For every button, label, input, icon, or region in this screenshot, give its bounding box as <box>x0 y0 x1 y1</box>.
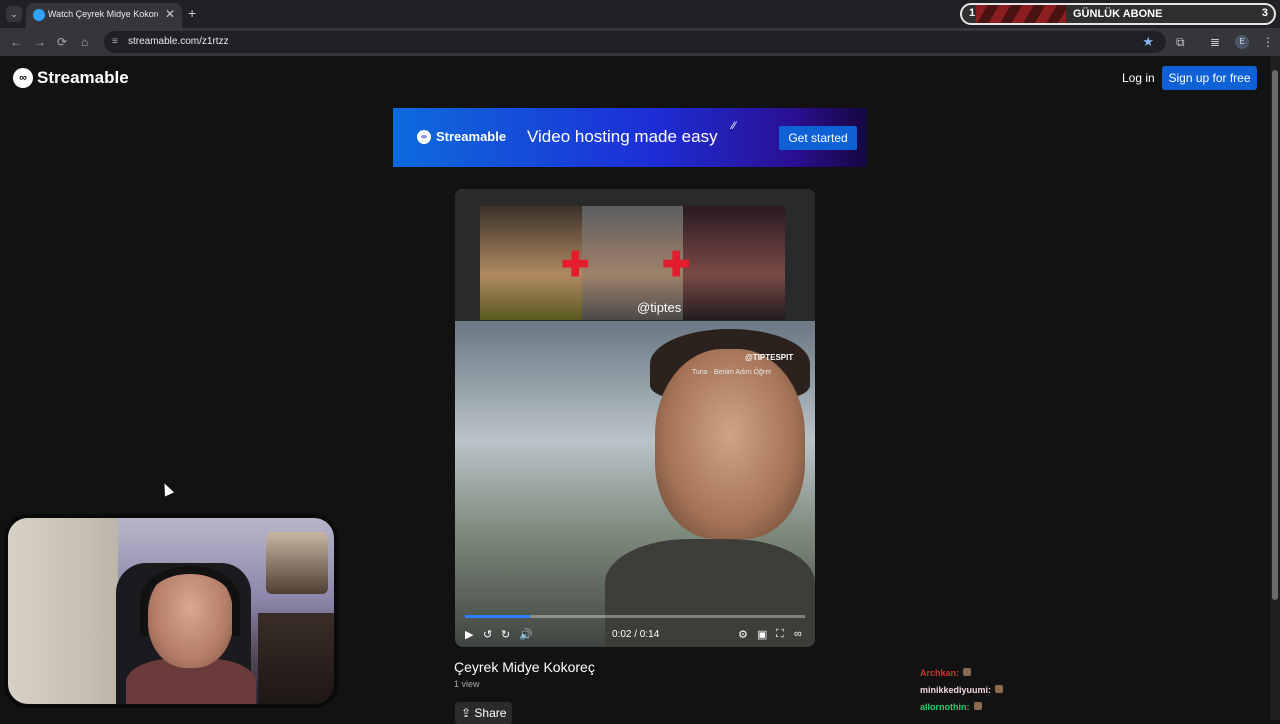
ad-logo: ∞ Streamable <box>417 129 506 144</box>
overlay-left-number: 1 <box>969 7 976 19</box>
streamable-logo[interactable]: ∞ Streamable <box>13 68 129 88</box>
new-tab-button[interactable]: + <box>188 5 196 21</box>
streamer-webcam-overlay <box>4 514 338 708</box>
url-text: streamable.com/z1rtzz <box>128 36 229 47</box>
video-song-caption: Tuna · Benim Adım Öğret <box>692 369 772 376</box>
share-button[interactable]: ⇪ Share <box>455 702 513 724</box>
video-progress-bar[interactable] <box>465 615 805 618</box>
bookmark-star-icon[interactable]: ★ <box>1142 34 1154 50</box>
webcam-shelf <box>258 613 334 704</box>
browser-toolbar: ← → ⟳ ⌂ ≡ streamable.com/z1rtzz ★ ⧉ ≣ ⋮ <box>0 28 1280 56</box>
scrollbar-thumb[interactable] <box>1272 70 1278 600</box>
emote-icon <box>973 702 982 710</box>
home-icon[interactable]: ⌂ <box>81 35 88 49</box>
chat-username: minikkediyuumi: <box>920 685 992 695</box>
streamable-favicon-icon <box>33 9 45 21</box>
video-person-face <box>655 349 805 539</box>
collage-photo <box>683 206 786 320</box>
volume-icon[interactable]: 🔊 <box>519 628 533 641</box>
daily-subscriber-overlay: 1 GÜNLÜK ABONE 3 <box>960 3 1276 25</box>
emote-icon <box>963 668 972 676</box>
time-display: 0:02 / 0:14 <box>612 629 660 640</box>
rewind-icon[interactable]: ↺ <box>483 628 492 641</box>
skip-forward-icon[interactable]: ↻ <box>501 628 510 641</box>
collage-handle: @tiptes <box>637 300 682 315</box>
video-player[interactable]: ✚ ✚ @tiptes @TIPTESPIT Tuna · Benim Adım… <box>455 189 815 647</box>
profile-avatar-icon[interactable]: E <box>1235 35 1249 49</box>
signup-button[interactable]: Sign up for free <box>1162 66 1257 90</box>
get-started-button[interactable]: Get started <box>779 126 857 150</box>
chat-username: Archkan: <box>920 668 960 678</box>
ad-banner[interactable]: ∞ Streamable Video hosting made easy ⁄⁄ … <box>393 108 867 167</box>
share-label: Share <box>474 706 507 720</box>
emote-icon <box>995 685 1004 693</box>
chat-message: Archkan: <box>920 668 1003 685</box>
streamable-logo-icon: ∞ <box>13 68 33 88</box>
play-icon[interactable]: ▶ <box>465 628 473 641</box>
video-title: Çeyrek Midye Kokoreç <box>454 659 595 675</box>
red-cross-icon: ✚ <box>662 246 691 284</box>
forward-icon[interactable]: → <box>34 35 46 49</box>
headset-icon <box>140 566 240 636</box>
sparkle-icon: ⁄⁄ <box>732 120 736 132</box>
video-progress-fill <box>465 615 530 618</box>
streamable-logo-icon[interactable]: ∞ <box>794 628 802 640</box>
back-icon[interactable]: ← <box>10 35 22 49</box>
fullscreen-icon[interactable]: ⛶ <box>776 628 784 641</box>
settings-icon[interactable]: ⚙ <box>738 628 748 641</box>
collage-images <box>480 206 786 320</box>
ad-headline: Video hosting made easy <box>527 127 718 146</box>
reload-icon[interactable]: ⟳ <box>57 35 67 49</box>
browser-tab-active[interactable]: Watch Çeyrek Midye Kokoreç | ✕ <box>26 3 182 28</box>
login-link[interactable]: Log in <box>1122 71 1155 85</box>
secondary-camera-feed <box>266 532 328 594</box>
browser-tab-strip: ⌄ Watch Çeyrek Midye Kokoreç | ✕ + 1 GÜN… <box>0 0 1280 28</box>
share-icon: ⇪ <box>461 706 472 720</box>
tab-search-button[interactable]: ⌄ <box>6 6 22 22</box>
ad-logo-icon: ∞ <box>417 129 431 144</box>
webcam-curtain <box>8 518 118 704</box>
page-scrollbar[interactable] <box>1270 56 1280 720</box>
chat-message: minikkediyuumi: <box>920 685 1004 702</box>
video-watermark: @TIPTESPIT <box>745 353 794 362</box>
browser-menu-icon[interactable]: ⋮ <box>1262 35 1274 49</box>
stream-chat: Archkan: minikkediyuumi: allornothin: <box>920 668 1004 719</box>
red-cross-icon: ✚ <box>561 246 590 284</box>
chat-username: allornothin: <box>920 702 970 712</box>
tab-title: Watch Çeyrek Midye Kokoreç | <box>48 9 158 19</box>
logo-text: Streamable <box>37 68 129 87</box>
view-count: 1 view <box>454 679 480 689</box>
video-controls: ▶ ↺ ↻ 🔊 0:02 / 0:14 ⚙ ▣ ⛶ ∞ <box>455 625 815 647</box>
ad-brand: Streamable <box>436 129 507 144</box>
overlay-label: GÜNLÜK ABONE <box>1073 8 1163 20</box>
picture-in-picture-icon[interactable]: ▣ <box>757 628 767 641</box>
media-control-icon[interactable]: ≣ <box>1210 35 1220 49</box>
address-bar[interactable]: ≡ streamable.com/z1rtzz ★ <box>104 31 1166 53</box>
chat-message: allornothin: <box>920 702 1003 719</box>
overlay-right-number: 3 <box>1261 7 1268 19</box>
site-info-icon[interactable]: ≡ <box>112 36 118 47</box>
extensions-icon[interactable]: ⧉ <box>1176 35 1185 50</box>
overlay-stripes <box>976 5 1066 23</box>
tab-close-icon[interactable]: ✕ <box>165 7 175 21</box>
